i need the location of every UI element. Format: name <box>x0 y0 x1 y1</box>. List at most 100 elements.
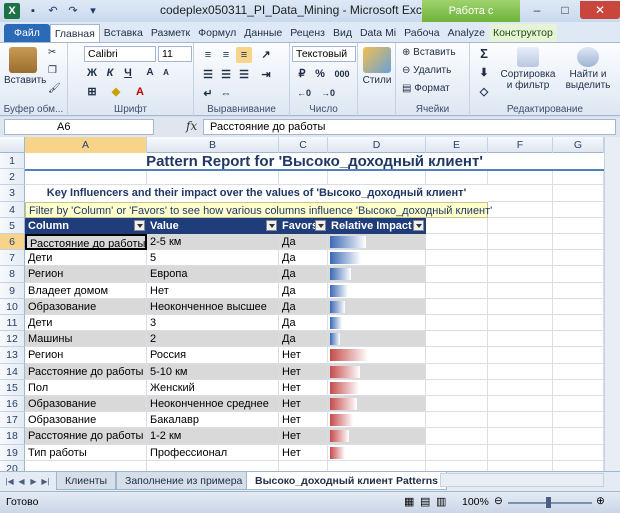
indent-icon[interactable]: ⇥ <box>258 67 274 83</box>
close-button[interactable]: ✕ <box>580 1 620 19</box>
table-cell-value[interactable]: 5-10 км <box>147 363 279 380</box>
grid-cell[interactable] <box>426 266 488 283</box>
align-center-icon[interactable]: ☰ <box>218 67 234 83</box>
table-cell-value[interactable]: Бакалавр <box>147 412 279 429</box>
maximize-button[interactable]: □ <box>552 1 578 19</box>
grid-cell[interactable] <box>426 396 488 413</box>
fill-icon[interactable]: ⬇ <box>476 65 492 81</box>
column-header[interactable]: B <box>147 137 279 153</box>
grid-cell[interactable] <box>553 234 604 251</box>
tab-item[interactable]: Рабоча <box>400 24 443 42</box>
table-cell-value[interactable]: Россия <box>147 347 279 364</box>
increase-decimal-icon[interactable]: ←0 <box>296 85 312 101</box>
column-header[interactable]: E <box>426 137 488 153</box>
grid-cell[interactable] <box>553 315 604 332</box>
first-sheet-icon[interactable]: |◀ <box>4 475 15 488</box>
table-cell-value[interactable]: 2-5 км <box>147 234 279 251</box>
page-break-icon[interactable]: ▥ <box>436 495 446 508</box>
grid-cell[interactable] <box>426 428 488 445</box>
grid-cell[interactable] <box>426 379 488 396</box>
table-cell-column[interactable]: Расстояние до работы <box>25 363 147 380</box>
row-header[interactable]: 6 <box>0 234 25 251</box>
align-middle-icon[interactable]: ≡ <box>218 47 234 63</box>
grid-cell[interactable] <box>488 234 553 251</box>
qat-dropdown-icon[interactable]: ▾ <box>86 4 100 18</box>
underline-button[interactable]: Ч <box>120 65 136 81</box>
grid-cell[interactable] <box>553 428 604 445</box>
grid-cell[interactable] <box>553 298 604 315</box>
autosum-button[interactable]: Σ <box>476 46 492 62</box>
table-cell-value[interactable]: 1-2 км <box>147 428 279 445</box>
grid-cell[interactable] <box>553 169 604 186</box>
thousands-button[interactable]: 000 <box>330 66 354 82</box>
orientation-icon[interactable]: ↗ <box>258 47 274 63</box>
filter-dropdown-icon[interactable] <box>315 219 326 231</box>
minimize-button[interactable]: – <box>524 1 550 19</box>
row-header[interactable]: 13 <box>0 347 25 364</box>
grid-cell[interactable] <box>553 460 604 471</box>
row-header[interactable]: 17 <box>0 412 25 429</box>
table-cell-column[interactable]: Расстояние до работы <box>25 428 147 445</box>
table-cell-favors[interactable]: Да <box>279 250 328 267</box>
grid-cell[interactable] <box>426 169 488 186</box>
bold-button[interactable]: Ж <box>84 65 100 81</box>
tab-item[interactable]: Вставка <box>100 24 147 42</box>
row-header[interactable]: 12 <box>0 331 25 348</box>
table-cell-favors[interactable]: Да <box>279 331 328 348</box>
currency-icon[interactable]: ₽ <box>294 66 310 82</box>
vertical-scrollbar[interactable] <box>604 137 620 471</box>
row-header[interactable]: 1 <box>0 153 25 170</box>
grid-cell[interactable] <box>488 379 553 396</box>
redo-icon[interactable]: ↷ <box>66 4 80 18</box>
grid-cell[interactable] <box>488 460 553 471</box>
table-cell-value[interactable]: Европа <box>147 266 279 283</box>
grid-cell[interactable] <box>147 169 279 186</box>
grid-cell[interactable] <box>426 331 488 348</box>
grid-cell[interactable] <box>426 217 488 234</box>
column-header[interactable]: F <box>488 137 553 153</box>
tab-item[interactable]: Формул <box>194 24 240 42</box>
row-header[interactable]: 10 <box>0 298 25 315</box>
table-cell-favors[interactable]: Нет <box>279 412 328 429</box>
grid-cell[interactable] <box>426 250 488 267</box>
table-cell-favors[interactable]: Нет <box>279 428 328 445</box>
row-header[interactable]: 15 <box>0 379 25 396</box>
grid-cell[interactable] <box>488 201 553 218</box>
table-cell-column[interactable]: Машины <box>25 331 147 348</box>
table-cell-value[interactable]: 2 <box>147 331 279 348</box>
table-cell-column[interactable]: Регион <box>25 266 147 283</box>
grid-cell[interactable] <box>553 412 604 429</box>
table-cell-favors[interactable]: Нет <box>279 444 328 461</box>
find-select-button[interactable]: Найти и выделить <box>560 47 616 91</box>
grid-cell[interactable] <box>488 298 553 315</box>
sheet-tab[interactable]: Высоко_доходный клиент Patterns <box>246 472 447 490</box>
sheet-tab[interactable]: Заполнение из примера <box>116 472 252 490</box>
tab-item[interactable]: Вид <box>329 24 356 42</box>
grid-cell[interactable] <box>279 169 328 186</box>
worksheet-grid[interactable]: ABCDEFG 1 2 3 4 5 6 7 8 9 10 11 12 13 14 15 16 17 18 19 20 P… <box>0 137 604 471</box>
grid-cell[interactable] <box>553 444 604 461</box>
column-header[interactable]: A <box>25 137 147 153</box>
insert-cells-button[interactable]: ⊕ Вставить <box>402 47 456 58</box>
grid-cell[interactable] <box>426 363 488 380</box>
table-cell-column[interactable]: Регион <box>25 347 147 364</box>
filter-dropdown-icon[interactable] <box>266 219 277 231</box>
zoom-level[interactable]: 100% <box>462 496 489 508</box>
grid-cell[interactable] <box>488 169 553 186</box>
prev-sheet-icon[interactable]: ◀ <box>16 475 27 488</box>
row-header[interactable]: 14 <box>0 363 25 380</box>
grid-cell[interactable] <box>488 444 553 461</box>
grid-cell[interactable] <box>426 282 488 299</box>
format-painter-icon[interactable]: 🖌 <box>48 83 61 94</box>
zoom-slider-thumb[interactable] <box>546 497 551 508</box>
table-cell-value[interactable]: Неоконченное среднее <box>147 396 279 413</box>
table-cell-value[interactable]: 3 <box>147 315 279 332</box>
table-cell-favors[interactable]: Нет <box>279 396 328 413</box>
tab-file[interactable]: Файл <box>4 24 50 42</box>
table-cell-value[interactable]: Профессионал <box>147 444 279 461</box>
grid-cell[interactable] <box>25 460 147 471</box>
column-header[interactable]: D <box>328 137 426 153</box>
table-cell-favors[interactable]: Да <box>279 315 328 332</box>
grid-cell[interactable] <box>488 250 553 267</box>
grid-cell[interactable] <box>488 331 553 348</box>
